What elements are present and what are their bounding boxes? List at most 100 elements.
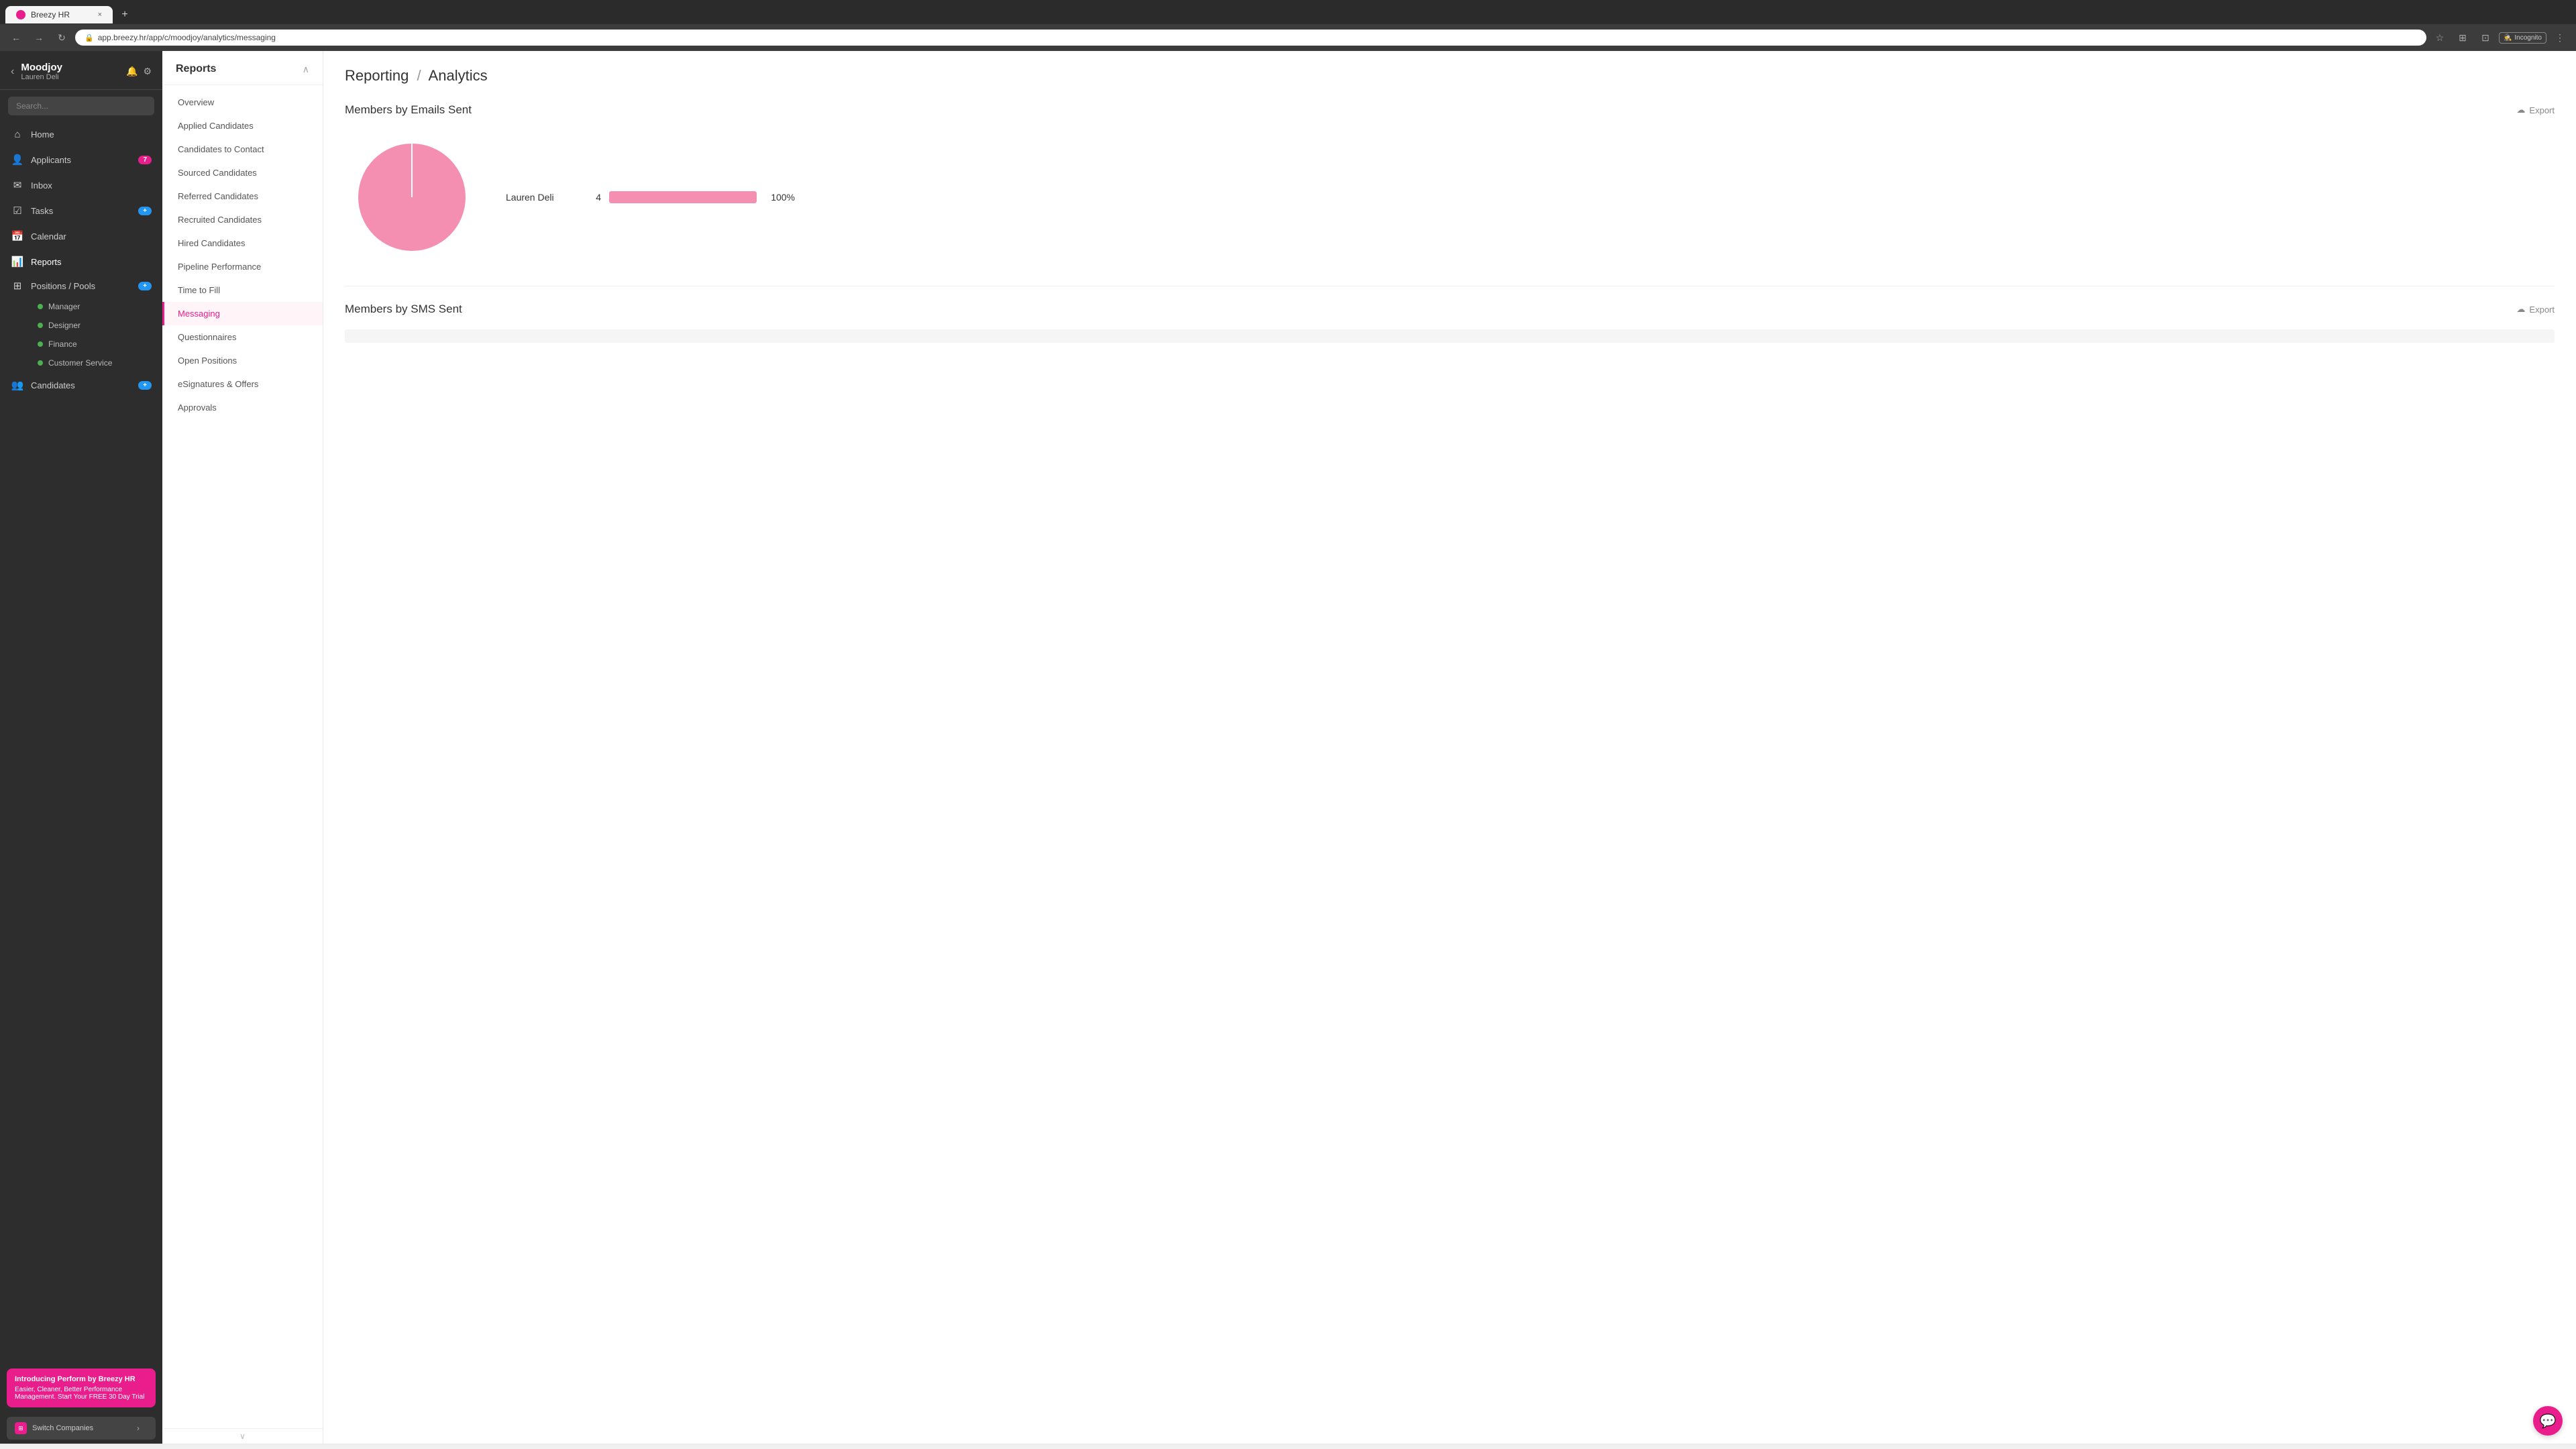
breezy-tab-icon (16, 10, 25, 19)
sidebar-item-calendar[interactable]: 📅 Calendar (0, 223, 162, 249)
reload-button[interactable]: ↻ (52, 28, 71, 47)
report-nav-referred-candidates[interactable]: Referred Candidates (162, 184, 323, 208)
sidebar-item-candidates[interactable]: 👥 Candidates + (0, 372, 162, 398)
sidebar-item-inbox[interactable]: ✉ Inbox (0, 172, 162, 198)
sidebar-item-tasks[interactable]: ☑ Tasks + (0, 198, 162, 223)
address-bar[interactable]: 🔒 app.breezy.hr/app/c/moodjoy/analytics/… (75, 30, 2426, 46)
report-nav-candidates-to-contact[interactable]: Candidates to Contact (162, 138, 323, 161)
reports-nav-title: Reports (176, 63, 216, 75)
sidebar-subitem-label: Manager (48, 302, 80, 311)
content-area: Reporting / Analytics Members by Emails … (323, 51, 2576, 1444)
positions-sub-list: Manager Designer Finance Customer Servic… (0, 297, 162, 372)
emails-chart-header: Members by Emails Sent ☁ Export (345, 103, 2555, 117)
report-nav-item-label: Sourced Candidates (178, 168, 257, 178)
emails-export-button[interactable]: ☁ Export (2516, 105, 2555, 115)
chat-bubble-button[interactable]: 💬 (2533, 1406, 2563, 1436)
sidebar-subitem-finance[interactable]: Finance (27, 335, 162, 354)
report-nav-item-label: Recruited Candidates (178, 215, 262, 225)
sms-export-label: Export (2529, 305, 2555, 315)
legend-name: Lauren Deli (506, 192, 573, 203)
address-text: app.breezy.hr/app/c/moodjoy/analytics/me… (98, 33, 2417, 42)
report-nav-item-label: Hired Candidates (178, 238, 245, 248)
sidebar: ‹ Moodjoy Lauren Deli 🔔 ⚙ ⌂ Home 👤 Appli… (0, 51, 162, 1444)
scroll-down-icon: ∨ (239, 1432, 246, 1441)
notification-bell-icon[interactable]: 🔔 (126, 66, 138, 77)
report-nav-approvals[interactable]: Approvals (162, 396, 323, 419)
report-nav-time-to-fill[interactable]: Time to Fill (162, 278, 323, 302)
sidebar-item-positions-pools[interactable]: ⊞ Positions / Pools + (0, 274, 162, 297)
switch-companies-button[interactable]: ⊞ Switch Companies › (7, 1417, 156, 1440)
main-content: Reports ∧ Overview Applied Candidates Ca… (162, 51, 2576, 1444)
report-nav-sourced-candidates[interactable]: Sourced Candidates (162, 161, 323, 184)
lock-icon: 🔒 (85, 34, 94, 42)
reports-icon: 📊 (11, 256, 24, 268)
layout-button[interactable]: ⊡ (2476, 28, 2495, 47)
extensions-button[interactable]: ⊞ (2453, 28, 2472, 47)
report-nav-overview[interactable]: Overview (162, 91, 323, 114)
report-nav-item-label: Messaging (178, 309, 220, 319)
sms-empty-bar (345, 329, 2555, 343)
sidebar-subitem-customer-service[interactable]: Customer Service (27, 354, 162, 372)
incognito-icon: 🕵 (2504, 34, 2512, 42)
sidebar-item-home[interactable]: ⌂ Home (0, 122, 162, 147)
browser-tab-breezy[interactable]: Breezy HR × (5, 6, 113, 23)
tab-close-button[interactable]: × (98, 11, 102, 19)
legend-bar (609, 191, 757, 203)
report-nav-item-label: Approvals (178, 402, 217, 413)
report-nav-pipeline-performance[interactable]: Pipeline Performance (162, 255, 323, 278)
sidebar-item-reports[interactable]: 📊 Reports (0, 249, 162, 274)
sms-chart-header: Members by SMS Sent ☁ Export (345, 303, 2555, 316)
incognito-label: Incognito (2514, 34, 2542, 42)
sms-chart-title: Members by SMS Sent (345, 303, 462, 316)
switch-icon: ⊞ (15, 1422, 27, 1434)
report-nav-messaging[interactable]: Messaging (162, 302, 323, 325)
applicants-badge: 7 (138, 156, 152, 164)
report-nav-recruited-candidates[interactable]: Recruited Candidates (162, 208, 323, 231)
home-icon: ⌂ (11, 129, 24, 140)
menu-button[interactable]: ⋮ (2551, 28, 2569, 47)
emails-chart-title: Members by Emails Sent (345, 103, 472, 117)
back-button[interactable]: ← (7, 28, 25, 47)
reports-nav-collapse-button[interactable]: ∧ (303, 64, 309, 75)
report-nav-applied-candidates[interactable]: Applied Candidates (162, 114, 323, 138)
sidebar-back-button[interactable]: ‹ (11, 66, 14, 78)
sidebar-subitem-label: Designer (48, 321, 80, 330)
sms-sent-chart-section: Members by SMS Sent ☁ Export (345, 303, 2555, 343)
sidebar-item-label: Tasks (31, 206, 131, 216)
sidebar-item-label: Calendar (31, 231, 152, 241)
legend-bar-container (609, 191, 757, 203)
sms-export-button[interactable]: ☁ Export (2516, 304, 2555, 315)
search-input[interactable] (8, 97, 154, 115)
settings-gear-icon[interactable]: ⚙ (143, 66, 152, 77)
sidebar-subitem-manager[interactable]: Manager (27, 297, 162, 316)
sidebar-item-label: Reports (31, 257, 152, 267)
status-dot (38, 360, 43, 366)
report-nav-open-positions[interactable]: Open Positions (162, 349, 323, 372)
sidebar-subitem-label: Finance (48, 339, 77, 349)
page-title-reporting: Reporting (345, 67, 409, 84)
forward-button[interactable]: → (30, 28, 48, 47)
report-nav-item-label: Applied Candidates (178, 121, 254, 131)
sidebar-item-applicants[interactable]: 👤 Applicants 7 (0, 147, 162, 172)
report-nav-questionnaires[interactable]: Questionnaires (162, 325, 323, 349)
bottom-scrollbar[interactable] (0, 1444, 2576, 1449)
legend-item-lauren-deli: Lauren Deli 4 100% (506, 187, 2555, 207)
emails-chart-legend: Lauren Deli 4 100% (506, 187, 2555, 207)
inbox-icon: ✉ (11, 179, 24, 191)
sidebar-subitem-designer[interactable]: Designer (27, 316, 162, 335)
report-nav-hired-candidates[interactable]: Hired Candidates (162, 231, 323, 255)
browser-actions: ☆ ⊞ ⊡ 🕵 Incognito ⋮ (2430, 28, 2569, 47)
promo-banner[interactable]: Introducing Perform by Breezy HR Easier,… (7, 1368, 156, 1407)
bookmark-button[interactable]: ☆ (2430, 28, 2449, 47)
new-tab-button[interactable]: + (115, 5, 134, 24)
switch-expand-icon: › (129, 1421, 148, 1435)
reports-nav-list: Overview Applied Candidates Candidates t… (162, 85, 323, 1428)
tasks-icon: ☑ (11, 205, 24, 217)
candidates-badge: + (138, 381, 152, 390)
report-nav-esignatures-offers[interactable]: eSignatures & Offers (162, 372, 323, 396)
status-dot (38, 341, 43, 347)
sidebar-nav: ⌂ Home 👤 Applicants 7 ✉ Inbox ☑ Tasks + (0, 122, 162, 1363)
page-title-separator: / (417, 67, 421, 84)
status-dot (38, 323, 43, 328)
positions-badge: + (138, 282, 152, 290)
